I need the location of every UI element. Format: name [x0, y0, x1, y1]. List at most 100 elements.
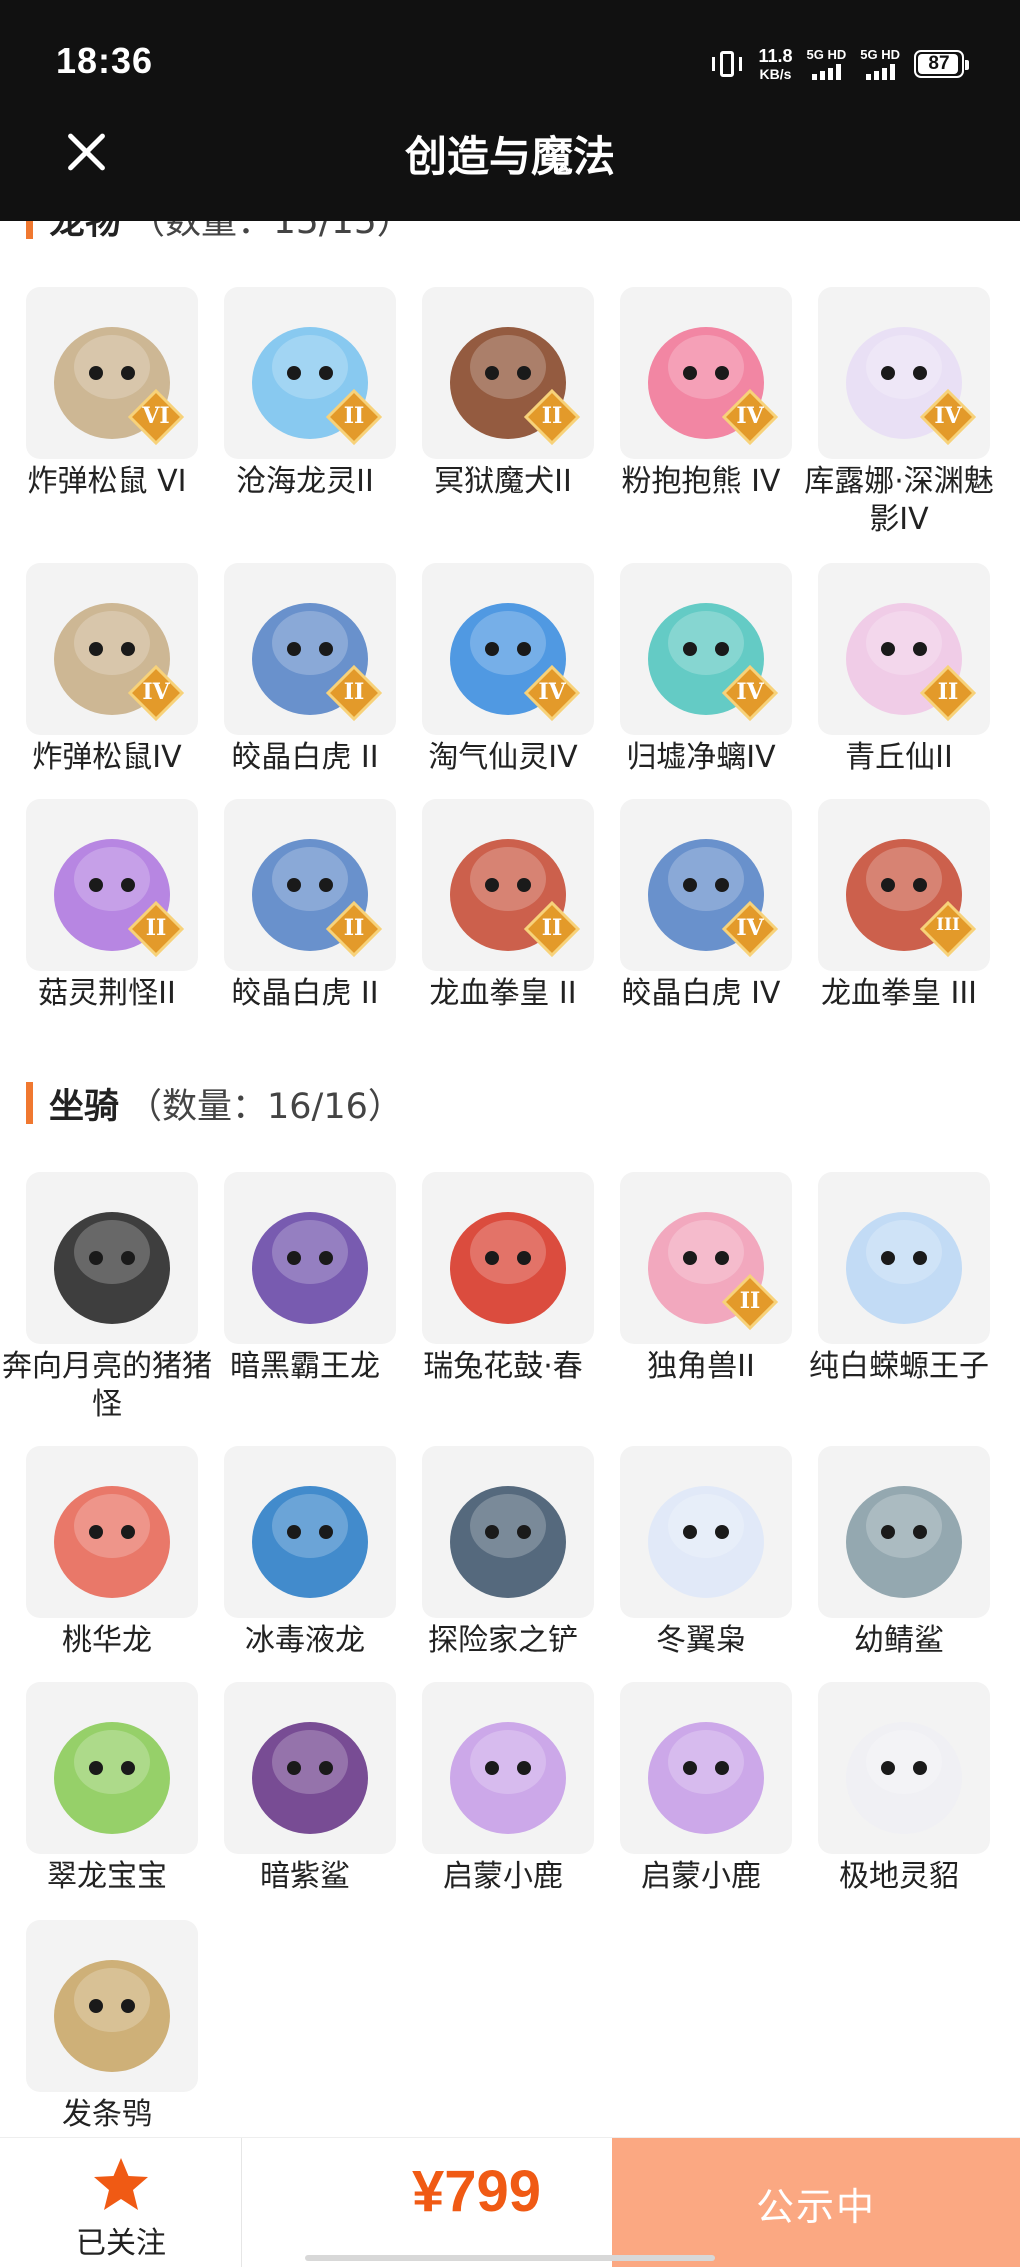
rank-badge: IV	[538, 679, 566, 705]
item-image: II	[422, 799, 594, 971]
item-image: II	[620, 1172, 792, 1344]
vibrate-icon	[710, 47, 744, 81]
item-picture-icon	[828, 1692, 980, 1844]
item-name: 桃华龙	[62, 1623, 152, 1658]
item-image: IV	[818, 287, 990, 459]
item-name: 菇灵荆怪II	[38, 976, 176, 1011]
section-title: 坐骑	[49, 1086, 120, 1127]
item-name: 龙血拳皇 III	[820, 976, 978, 1011]
item-image	[422, 1172, 594, 1344]
item-name: 发条鸮	[62, 2097, 152, 2132]
item-picture-icon	[234, 1456, 386, 1608]
item-picture-icon	[828, 1182, 980, 1334]
item-name: 青丘仙II	[845, 740, 953, 775]
item-image: II	[224, 799, 396, 971]
rank-badge: IV	[736, 679, 764, 705]
item-name: 皎晶白虎 IV	[621, 976, 781, 1011]
top-bar: 18:36 11.8 KB/s 5G HD 5G HD 87 创造与魔法	[0, 0, 1020, 221]
item-name: 独角兽II	[647, 1349, 755, 1384]
item-picture-icon	[630, 1456, 782, 1608]
item-name: 库露娜·深渊魅影IV	[804, 464, 994, 537]
item-image	[620, 1682, 792, 1854]
item-name: 炸弹松鼠IV	[32, 740, 182, 775]
rank-badge: IV	[934, 403, 962, 429]
signal-sim1-label: 5G HD	[806, 47, 847, 62]
item-picture-icon	[828, 1456, 980, 1608]
item-image: IV	[620, 563, 792, 735]
item-name: 冰毒液龙	[245, 1623, 365, 1658]
item-name: 翠龙宝宝	[47, 1859, 167, 1894]
item-image: II	[224, 563, 396, 735]
item-picture-icon	[828, 573, 980, 725]
item-image: IV	[26, 563, 198, 735]
page-title: 创造与魔法	[404, 132, 615, 181]
item-image: II	[26, 799, 198, 971]
rank-badge: VI	[142, 403, 170, 429]
title-bar: 创造与魔法	[0, 115, 1020, 221]
rank-badge: II	[739, 1288, 761, 1314]
net-speed-value: 11.8	[758, 46, 793, 66]
signal-sim2-label: 5G HD	[860, 47, 900, 62]
item-name: 皎晶白虎 II	[231, 976, 379, 1011]
item-picture-icon	[432, 809, 584, 961]
item-picture-icon	[234, 1692, 386, 1844]
signal-bars-icon	[865, 64, 895, 80]
item-picture-icon	[234, 573, 386, 725]
item-image: IV	[620, 799, 792, 971]
signal-sim1: 5G HD	[806, 47, 847, 80]
item-name: 归墟净螭IV	[626, 740, 776, 775]
item-name: 极地灵貂	[839, 1859, 959, 1894]
item-name: 暗黑霸王龙	[230, 1349, 380, 1384]
item-name: 皎晶白虎 II	[231, 740, 379, 775]
rank-badge: II	[343, 403, 365, 429]
item-image	[422, 1682, 594, 1854]
home-indicator	[305, 2255, 715, 2261]
rank-badge: II	[541, 403, 563, 429]
item-image	[818, 1446, 990, 1618]
section-accent-bar	[26, 1082, 33, 1124]
rank-badge: III	[936, 915, 960, 935]
public-status-button[interactable]: 公示中	[612, 2138, 1020, 2267]
item-picture-icon	[234, 1182, 386, 1334]
item-picture-icon	[36, 1692, 188, 1844]
item-image	[26, 1920, 198, 2092]
status-time: 18:36	[56, 40, 154, 81]
item-name: 启蒙小鹿	[443, 1859, 563, 1894]
item-picture-icon	[234, 809, 386, 961]
item-image: II	[818, 563, 990, 735]
rank-badge: IV	[142, 679, 170, 705]
item-picture-icon	[828, 297, 980, 449]
section-count: （数量：16/16）	[127, 1086, 403, 1127]
item-image	[620, 1446, 792, 1618]
item-image: VI	[26, 287, 198, 459]
item-name: 暗紫鲨	[260, 1859, 350, 1894]
battery-icon: 87	[914, 50, 969, 78]
item-name: 淘气仙灵IV	[428, 740, 578, 775]
item-image	[818, 1172, 990, 1344]
item-image: II	[224, 287, 396, 459]
battery-percent: 87	[928, 53, 950, 74]
item-name: 龙血拳皇 II	[429, 976, 577, 1011]
rank-badge: II	[541, 915, 563, 941]
item-image	[26, 1446, 198, 1618]
item-image	[224, 1682, 396, 1854]
item-picture-icon	[234, 297, 386, 449]
bottom-bar: 已关注 ¥799 公示中	[0, 2137, 1020, 2267]
item-name: 炸弹松鼠 VI	[27, 464, 187, 499]
item-name: 冥狱魔犬II	[434, 464, 572, 499]
net-speed-unit: KB/s	[759, 66, 792, 82]
item-picture-icon	[630, 573, 782, 725]
item-name: 启蒙小鹿	[641, 1859, 761, 1894]
item-picture-icon	[432, 297, 584, 449]
rank-badge: II	[343, 915, 365, 941]
item-picture-icon	[36, 1182, 188, 1334]
item-image: III	[818, 799, 990, 971]
item-image	[26, 1682, 198, 1854]
item-picture-icon	[630, 1182, 782, 1334]
item-name: 奔向月亮的猪猪怪	[2, 1349, 212, 1422]
follow-button[interactable]: 已关注	[0, 2138, 242, 2267]
item-picture-icon	[630, 809, 782, 961]
item-picture-icon	[630, 297, 782, 449]
status-bar: 18:36 11.8 KB/s 5G HD 5G HD 87	[0, 0, 1020, 115]
item-picture-icon	[36, 297, 188, 449]
